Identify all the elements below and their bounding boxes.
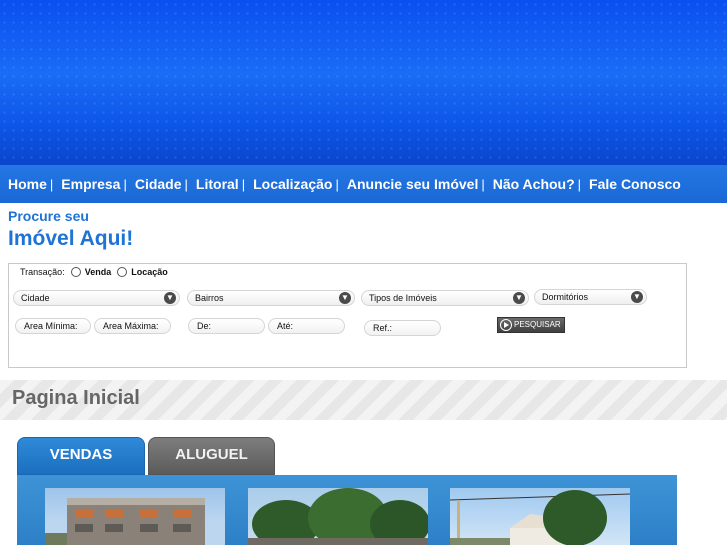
nav-cidade[interactable]: Cidade bbox=[135, 176, 182, 192]
cidade-select-label: Cidade bbox=[21, 293, 50, 303]
nav-localizacao[interactable]: Localização bbox=[253, 176, 332, 192]
chevron-down-icon: ▼ bbox=[339, 292, 351, 304]
nav-separator: | bbox=[49, 176, 54, 192]
main-nav: Home | Empresa | Cidade | Litoral | Localiza… bbox=[0, 165, 727, 203]
cidade-select[interactable]: Cidade ▼ bbox=[13, 290, 180, 306]
ref-field[interactable]: Ref.: bbox=[364, 320, 441, 336]
tipos-select[interactable]: Tipos de Imóveis ▼ bbox=[361, 290, 529, 306]
search-subtitle: Procure seu bbox=[8, 208, 89, 224]
property-photo[interactable] bbox=[248, 488, 428, 545]
nav-home[interactable]: Home bbox=[8, 176, 47, 192]
nav-separator: | bbox=[241, 176, 246, 192]
trees-image bbox=[248, 488, 428, 545]
radio-venda-label: Venda bbox=[84, 267, 112, 277]
chevron-down-icon: ▼ bbox=[164, 292, 176, 304]
chevron-down-icon: ▼ bbox=[513, 292, 525, 304]
tab-vendas[interactable]: VENDAS bbox=[17, 437, 145, 475]
property-photo[interactable] bbox=[450, 488, 630, 545]
radio-venda[interactable] bbox=[70, 267, 81, 277]
nav-separator: | bbox=[123, 176, 127, 192]
preco-ate-field[interactable]: Até: bbox=[268, 318, 345, 334]
bairros-select-label: Bairros bbox=[195, 293, 224, 303]
house-image bbox=[450, 490, 630, 545]
dormitorios-select[interactable]: Dormitórios ▼ bbox=[534, 289, 647, 305]
nav-separator: | bbox=[577, 176, 582, 192]
nav-nao-achou[interactable]: Não Achou? bbox=[493, 176, 575, 192]
transacao-label: Transação: bbox=[20, 267, 65, 277]
area-minima-field[interactable]: Area Mínima: bbox=[15, 318, 91, 334]
page-title: Pagina Inicial bbox=[12, 387, 140, 409]
search-button-label: PESQUISAR bbox=[514, 320, 561, 329]
header-banner bbox=[0, 0, 727, 165]
nav-separator: | bbox=[335, 176, 339, 192]
radio-locacao[interactable] bbox=[117, 267, 128, 277]
search-button[interactable]: PESQUISAR bbox=[497, 317, 565, 333]
banner-pattern bbox=[0, 0, 727, 165]
preco-de-field[interactable]: De: bbox=[188, 318, 265, 334]
tab-aluguel[interactable]: ALUGUEL bbox=[148, 437, 275, 475]
nav-fale-conosco[interactable]: Fale Conosco bbox=[589, 176, 681, 192]
play-icon bbox=[500, 319, 512, 331]
nav-litoral[interactable]: Litoral bbox=[196, 176, 239, 192]
nav-empresa[interactable]: Empresa bbox=[61, 176, 120, 192]
search-title: Imóvel Aqui! bbox=[8, 227, 134, 250]
radio-locacao-label: Locação bbox=[131, 267, 168, 277]
bairros-select[interactable]: Bairros ▼ bbox=[187, 290, 355, 306]
chevron-down-icon: ▼ bbox=[631, 291, 643, 303]
area-maxima-field[interactable]: Area Máxima: bbox=[94, 318, 171, 334]
nav-separator: | bbox=[184, 176, 188, 192]
nav-separator: | bbox=[481, 176, 485, 192]
tipos-select-label: Tipos de Imóveis bbox=[369, 293, 437, 303]
nav-anuncie[interactable]: Anuncie seu Imóvel bbox=[347, 176, 478, 192]
building-image bbox=[45, 498, 205, 545]
dormitorios-select-label: Dormitórios bbox=[542, 292, 589, 302]
property-photo[interactable] bbox=[45, 488, 225, 545]
search-form: Transação: Venda Locação Cidade ▼ Bairro… bbox=[8, 263, 687, 368]
transacao-row: Transação: Venda Locação bbox=[20, 267, 168, 277]
